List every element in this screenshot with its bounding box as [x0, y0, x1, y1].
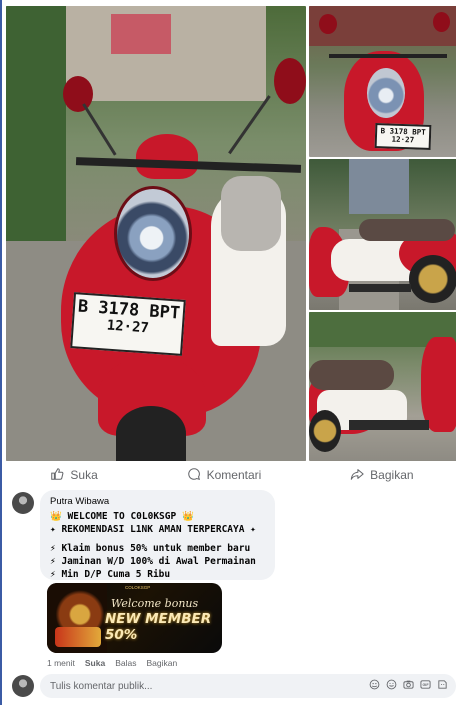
floorboard — [349, 420, 429, 430]
mirror-left — [63, 76, 93, 112]
like-button[interactable]: Suka — [50, 467, 98, 484]
comment-time[interactable]: 1 menit — [47, 658, 75, 668]
photo-grid: B 3178 BPT 12·27 B 3178 BPT 12·27 — [6, 6, 456, 461]
like-icon — [50, 467, 64, 484]
comment-like-link[interactable]: Suka — [85, 658, 105, 668]
license-plate: B 3178 BPT 12·27 — [70, 292, 186, 356]
comment-reply-link[interactable]: Balas — [115, 658, 136, 668]
composer-icons: GIF — [369, 679, 448, 690]
comment-composer: GIF — [12, 674, 456, 698]
comment-author[interactable]: Putra Wibawa — [50, 495, 265, 508]
rear-wheel — [409, 255, 456, 303]
thumb-rear-photo[interactable] — [309, 312, 456, 461]
avatar-sticker-icon[interactable] — [437, 679, 448, 690]
post-action-bar: Suka Komentari Bagikan — [6, 462, 456, 488]
chest-art — [55, 627, 101, 647]
comment-line: ⚡ Klaim bonus 50% untuk member baru — [50, 543, 251, 554]
banner-title: Welcome bonus — [111, 597, 199, 610]
scooter-seat — [221, 176, 281, 251]
scooter-seat — [309, 360, 394, 390]
mirror-stem-right — [228, 95, 271, 155]
headlamp — [114, 186, 192, 281]
thumb-front-photo[interactable]: B 3178 BPT 12·27 — [309, 6, 456, 157]
headlamp — [367, 68, 405, 118]
main-photo[interactable]: B 3178 BPT 12·27 — [6, 6, 306, 461]
comment-line: 👑 WELCOME TO C0L0KSGP 👑 — [50, 511, 194, 522]
comment-share-link[interactable]: Bagikan — [146, 658, 177, 668]
scooter-seat — [359, 219, 455, 241]
commenter-avatar[interactable] — [12, 492, 34, 514]
mirror-stem-left — [82, 103, 117, 156]
share-button[interactable]: Bagikan — [350, 467, 414, 484]
comment-line: ⚡ Min D/P Cuma 5 Ribu — [50, 569, 171, 580]
camera-icon[interactable] — [403, 679, 414, 690]
license-plate: B 3178 BPT 12·27 — [374, 123, 432, 150]
comment-label: Komentari — [206, 468, 262, 482]
comment-button[interactable]: Komentari — [187, 467, 262, 484]
handlebar-cover — [136, 134, 198, 179]
emoji-icon[interactable] — [386, 679, 397, 690]
share-icon — [350, 467, 364, 484]
comment-meta: 1 menit Suka Balas Bagikan — [47, 658, 177, 668]
gif-icon[interactable]: GIF — [420, 679, 431, 690]
mirror-left — [319, 14, 337, 34]
user-avatar[interactable] — [12, 675, 34, 697]
sticker-icon[interactable] — [369, 679, 380, 690]
handlebar — [329, 54, 447, 58]
thumb-side-photo[interactable] — [309, 159, 456, 310]
share-label: Bagikan — [370, 468, 414, 482]
foliage — [6, 6, 66, 256]
rear-wheel — [309, 410, 341, 452]
comment-line: ⚡ Jaminan W/D 100% di Awal Permainan — [50, 556, 256, 567]
mirror-right — [433, 12, 450, 32]
floorboard — [349, 284, 411, 292]
banner-logo: COLOKSGP — [125, 585, 151, 590]
front-wheel — [116, 406, 186, 461]
promo-banner-image[interactable]: COLOKSGP Welcome bonus NEW MEMBER 50% — [47, 583, 222, 653]
svg-text:GIF: GIF — [422, 683, 429, 687]
post-card: B 3178 BPT 12·27 B 3178 BPT 12·27 Suka K… — [0, 0, 456, 705]
comment-line: ✦ REKOMENDASI L1NK AMAN TERPERCAYA ✦ — [50, 524, 256, 535]
like-label: Suka — [70, 468, 98, 482]
house — [349, 159, 409, 214]
banner-main-text: NEW MEMBER 50% — [105, 611, 212, 643]
curtain — [111, 14, 171, 54]
mirror-right — [274, 58, 306, 104]
scooter-front — [421, 337, 456, 432]
comment-bubble: Putra Wibawa 👑 WELCOME TO C0L0KSGP 👑 ✦ R… — [40, 490, 275, 580]
comment-icon — [187, 467, 201, 484]
